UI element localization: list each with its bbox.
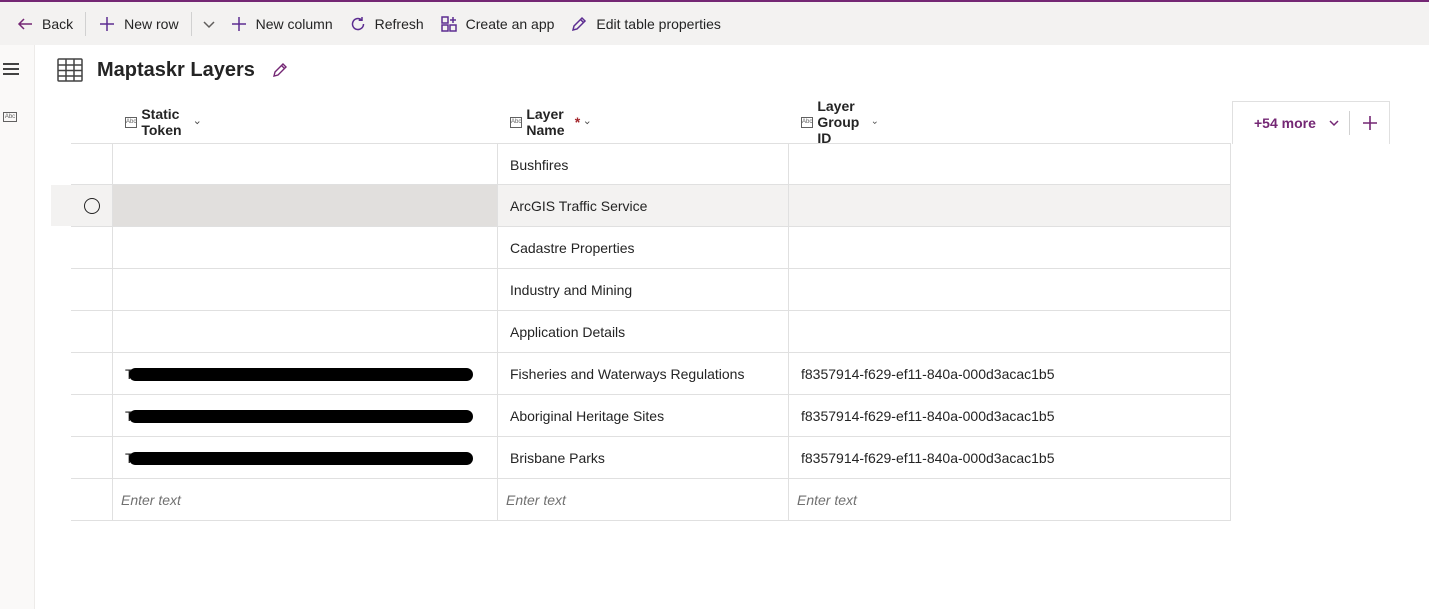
back-button[interactable]: Back <box>0 2 81 45</box>
new-row-button[interactable]: New row <box>90 2 186 45</box>
new-row-dropdown-button[interactable] <box>196 2 222 45</box>
more-columns-box: +54 more <box>1232 101 1390 144</box>
column-header-layer-group-id[interactable]: Abc Layer Group ID <box>801 98 878 146</box>
chevron-down-icon <box>194 120 200 124</box>
row-select-strip <box>51 185 71 226</box>
table-icon <box>57 58 83 82</box>
cell-layer-name[interactable]: Brisbane Parks <box>497 437 788 478</box>
cell-static-token[interactable] <box>112 311 497 352</box>
table-row[interactable]: T Brisbane Parks f8357914-f629-ef11-840a… <box>71 437 1231 479</box>
cell-layer-group-id[interactable]: f8357914-f629-ef11-840a-000d3acac1b5 <box>788 353 1231 394</box>
column-header-static-token[interactable]: Abc Static Token <box>125 101 200 143</box>
chevron-down-icon <box>1329 120 1339 127</box>
table-row[interactable]: Cadastre Properties <box>71 227 1231 269</box>
text-column-icon[interactable]: Abc <box>3 112 17 122</box>
table-row[interactable]: Bushfires <box>71 143 1231 185</box>
cell-layer-name[interactable]: ArcGIS Traffic Service <box>497 185 788 226</box>
create-app-button[interactable]: Create an app <box>432 2 563 45</box>
layer-name-input[interactable]: Enter text <box>497 479 788 520</box>
more-columns-button[interactable]: +54 more <box>1233 102 1349 144</box>
column-header-label: Layer Group ID <box>817 98 860 146</box>
column-header-label: Layer Name <box>526 106 565 138</box>
cell-layer-name[interactable]: Industry and Mining <box>497 269 788 310</box>
cell-static-token[interactable]: T <box>112 437 497 478</box>
table-row[interactable]: T Aboriginal Heritage Sites f8357914-f62… <box>71 395 1231 437</box>
cell-layer-name[interactable]: Cadastre Properties <box>497 227 788 268</box>
redaction-mark <box>129 368 473 381</box>
cell-layer-group-id[interactable] <box>788 185 1231 226</box>
plus-icon <box>100 16 115 31</box>
new-row-entry[interactable]: Enter text Enter text Enter text <box>71 479 1231 521</box>
back-label: Back <box>42 15 74 32</box>
divider <box>85 11 87 36</box>
add-column-button[interactable] <box>1350 102 1389 144</box>
grid-rows: Bushfires ArcGIS Traffic Service Cadastr… <box>51 143 1231 521</box>
redaction-mark <box>129 410 473 423</box>
cell-layer-name[interactable]: Application Details <box>497 311 788 352</box>
table-row[interactable]: Industry and Mining <box>71 269 1231 311</box>
pencil-icon <box>572 16 587 31</box>
page-title: Maptaskr Layers <box>97 58 255 81</box>
cell-layer-group-id[interactable] <box>788 227 1231 268</box>
edit-table-properties-label: Edit table properties <box>596 15 721 32</box>
command-bar: Back New row New column Refresh Create a… <box>0 0 1429 45</box>
required-asterisk: * <box>574 114 581 130</box>
cell-layer-name[interactable]: Aboriginal Heritage Sites <box>497 395 788 436</box>
new-column-button[interactable]: New column <box>222 2 341 45</box>
text-type-icon: Abc <box>801 116 814 128</box>
plus-icon <box>231 16 246 31</box>
refresh-label: Refresh <box>374 15 424 32</box>
cell-layer-name[interactable]: Bushfires <box>497 144 788 185</box>
row-select-radio[interactable] <box>84 198 100 214</box>
arrow-left-icon <box>17 17 32 30</box>
column-header-layer-name[interactable]: Abc Layer Name * <box>510 101 591 143</box>
app-grid-icon <box>440 15 457 32</box>
cell-layer-group-id[interactable]: f8357914-f629-ef11-840a-000d3acac1b5 <box>788 395 1231 436</box>
table-row-selected[interactable]: ArcGIS Traffic Service <box>51 185 1231 227</box>
chevron-down-icon <box>585 120 590 124</box>
cell-static-token[interactable]: T <box>112 395 497 436</box>
page-header: Maptaskr Layers <box>57 58 289 82</box>
new-row-label: New row <box>124 15 179 32</box>
chevron-down-icon <box>203 20 215 28</box>
hamburger-menu-icon[interactable] <box>3 63 19 77</box>
refresh-button[interactable]: Refresh <box>341 2 432 45</box>
redaction-mark <box>129 452 473 465</box>
cell-layer-group-id[interactable]: f8357914-f629-ef11-840a-000d3acac1b5 <box>788 437 1231 478</box>
cell-layer-group-id[interactable] <box>788 311 1231 352</box>
text-type-icon: Abc <box>510 116 523 128</box>
cell-layer-group-id[interactable] <box>788 269 1231 310</box>
divider <box>190 11 192 36</box>
static-token-input[interactable]: Enter text <box>112 479 497 520</box>
plus-icon <box>1362 116 1377 130</box>
refresh-icon <box>351 16 364 30</box>
cell-static-token[interactable]: T <box>112 353 497 394</box>
create-app-label: Create an app <box>465 15 555 32</box>
layer-group-id-input[interactable]: Enter text <box>788 479 1231 520</box>
text-type-icon: Abc <box>125 116 138 128</box>
edit-title-pencil-icon[interactable] <box>271 61 289 79</box>
edit-table-properties-button[interactable]: Edit table properties <box>562 2 729 45</box>
table-row[interactable]: Application Details <box>71 311 1231 353</box>
more-columns-label: +54 more <box>1254 115 1316 131</box>
cell-layer-group-id[interactable] <box>788 144 1231 185</box>
cell-layer-name[interactable]: Fisheries and Waterways Regulations <box>497 353 788 394</box>
cell-static-token[interactable] <box>112 269 497 310</box>
left-rail: Abc <box>0 45 35 609</box>
cell-static-token[interactable] <box>112 144 497 185</box>
cell-static-token[interactable] <box>112 227 497 268</box>
chevron-down-icon <box>873 120 878 124</box>
table-row[interactable]: T Fisheries and Waterways Regulations f8… <box>71 353 1231 395</box>
new-column-label: New column <box>255 15 333 32</box>
column-header-label: Static Token <box>141 106 182 138</box>
cell-static-token[interactable] <box>112 185 497 226</box>
